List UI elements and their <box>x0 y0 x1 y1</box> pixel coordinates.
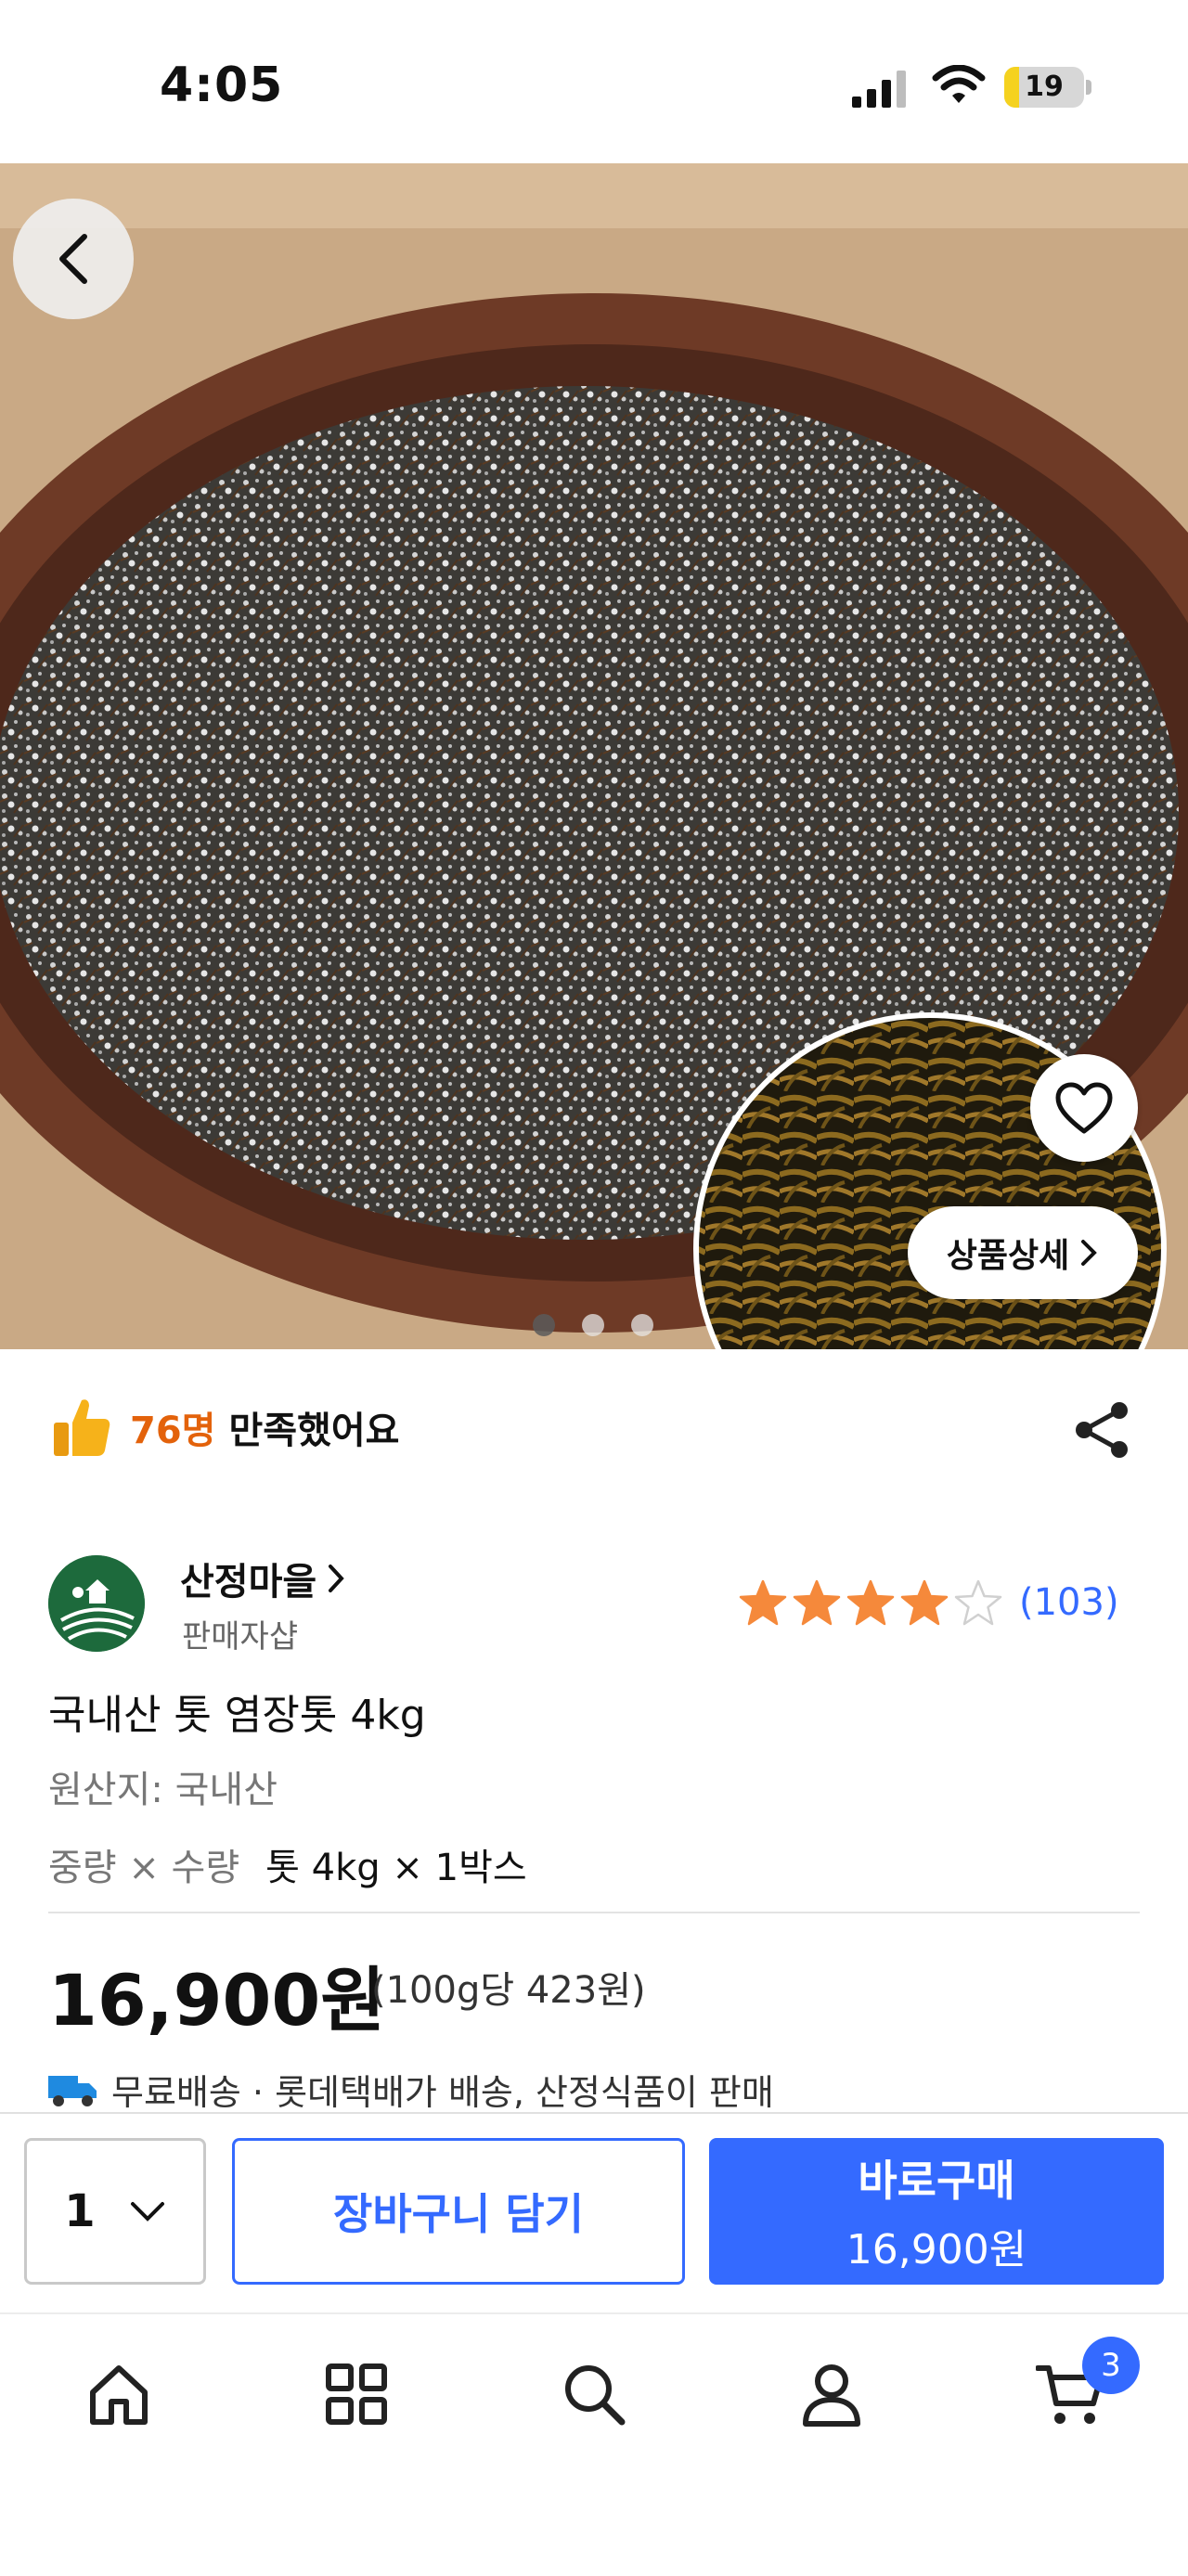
star-filled-icon <box>739 1579 787 1626</box>
product-origin: 원산지: 국내산 <box>48 1769 278 1811</box>
home-icon <box>90 2365 148 2425</box>
status-time: 4:05 <box>160 58 284 113</box>
chevron-left-icon <box>59 234 87 284</box>
chevron-right-icon <box>1081 1240 1098 1266</box>
product-price: 16,900원 <box>48 1959 386 2041</box>
product-detail-button[interactable]: 상품상세 <box>908 1206 1138 1299</box>
battery-tip <box>1086 80 1091 95</box>
carousel-dot-2[interactable] <box>582 1314 604 1336</box>
seller-logo[interactable] <box>48 1555 145 1652</box>
search-icon <box>565 2365 626 2426</box>
categories-icon <box>326 2363 387 2425</box>
product-image[interactable] <box>0 163 1188 1349</box>
product-title: 국내산 톳 염장톳 4kg <box>48 1692 426 1739</box>
buy-now-button[interactable]: 바로구매 16,900원 <box>709 2138 1164 2285</box>
star-filled-icon <box>900 1579 949 1626</box>
buy-now-price: 16,900원 <box>846 2226 1027 2273</box>
tab-search[interactable] <box>548 2357 640 2431</box>
heart-icon <box>1055 1082 1113 1134</box>
battery-percentage: 19 <box>1025 71 1064 103</box>
weight-quantity-row: 중량 × 수량 톳 4kg × 1박스 <box>48 1837 527 1891</box>
seller-logo-image <box>48 1555 145 1652</box>
star-filled-icon <box>793 1579 841 1626</box>
battery-indicator: 19 <box>1004 67 1084 108</box>
wishlist-button[interactable] <box>1030 1054 1138 1162</box>
carousel-dot-3[interactable] <box>631 1314 653 1336</box>
share-icon[interactable] <box>1073 1399 1132 1461</box>
unit-price: (100g당 423원) <box>371 1969 646 2012</box>
tab-home[interactable] <box>72 2357 165 2431</box>
back-button[interactable] <box>13 199 134 319</box>
quantity-value: 1 <box>64 2185 96 2237</box>
weight-quantity-label: 중량 × 수량 <box>48 1847 240 1889</box>
wifi-icon <box>932 65 986 103</box>
carousel-dot-1[interactable] <box>533 1314 555 1336</box>
tab-my-account[interactable] <box>785 2357 878 2431</box>
divider <box>48 1912 1140 1913</box>
my-account-icon <box>803 2364 860 2427</box>
seller-type: 판매자샵 <box>182 1618 299 1655</box>
delivery-info: 무료배송 · 롯데택배가 배송, 산정식품이 판매 <box>48 2069 774 2108</box>
satisfaction-count: 76명 <box>130 1410 216 1452</box>
star-empty-icon <box>954 1579 1002 1626</box>
review-count-link[interactable]: (103) <box>1019 1581 1119 1624</box>
delivery-truck-icon <box>48 2076 97 2106</box>
thumbs-up-icon <box>54 1399 110 1456</box>
buy-now-label: 바로구매 <box>858 2156 1015 2206</box>
rating-stars <box>739 1579 1002 1626</box>
seller-name-link[interactable]: 산정마을 <box>180 1552 346 1605</box>
weight-quantity-value: 톳 4kg × 1박스 <box>265 1847 527 1889</box>
product-detail-label: 상품상세 <box>946 1237 1070 1275</box>
delivery-text: 무료배송 · 롯데택배가 배송, 산정식품이 판매 <box>111 2071 774 2109</box>
star-filled-icon <box>846 1579 895 1626</box>
quantity-select[interactable]: 1 <box>24 2138 206 2285</box>
chevron-right-icon <box>329 1565 344 1592</box>
cellular-signal-icon <box>852 71 906 108</box>
tab-categories[interactable] <box>310 2357 403 2431</box>
seller-name: 산정마을 <box>180 1561 317 1604</box>
cart-count-badge: 3 <box>1082 2337 1140 2394</box>
bottom-tab-bar <box>0 2312 1188 2576</box>
add-to-cart-button[interactable]: 장바구니 담기 <box>232 2138 685 2285</box>
satisfaction-row: 76명 만족했어요 <box>52 1390 399 1464</box>
chevron-down-icon <box>130 2202 164 2222</box>
satisfaction-text: 만족했어요 <box>228 1410 400 1452</box>
